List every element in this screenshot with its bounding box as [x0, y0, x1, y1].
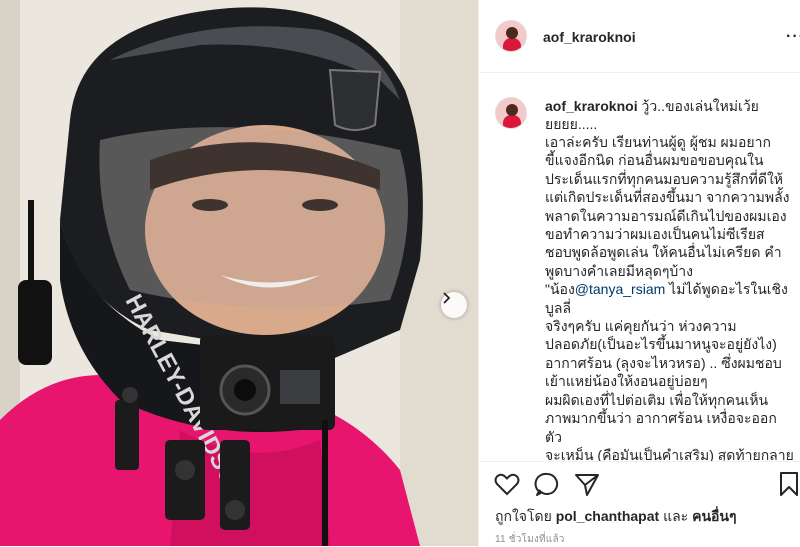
- caption-body-part2: ไม่ได้พูดอะไรในเชิงบูลลี่ จริงๆครับ แค่ค…: [545, 281, 794, 461]
- liked-by-user[interactable]: pol_chanthapat: [556, 508, 659, 524]
- likes-others-link[interactable]: คนอื่นๆ: [692, 508, 736, 524]
- likes-prefix: ถูกใจโดย: [495, 508, 552, 524]
- post-details-panel: aof_kraroknoi ··· aof_kraroknoi วู้ว..ขอ…: [478, 0, 800, 546]
- action-bar: ถูกใจโดย pol_chanthapat และ คนอื่นๆ 11 ช…: [479, 461, 800, 547]
- likes-summary: ถูกใจโดย pol_chanthapat และ คนอื่นๆ: [495, 506, 737, 528]
- post-photo[interactable]: HARLEY-DAVIDSON: [0, 0, 478, 546]
- avatar[interactable]: [495, 20, 527, 52]
- next-photo-button[interactable]: [441, 292, 467, 318]
- mention-link[interactable]: @tanya_rsiam: [575, 281, 665, 297]
- caption-text: เอาล่ะครับ เรียนท่านผู้ดู ผู้ชม ผมอยาก ข…: [545, 133, 795, 461]
- caption-body-part1: เอาล่ะครับ เรียนท่านผู้ดู ผู้ชม ผมอยาก ข…: [545, 134, 790, 298]
- bookmark-icon[interactable]: [775, 470, 800, 498]
- caption-avatar[interactable]: [495, 97, 527, 129]
- share-icon[interactable]: [573, 470, 601, 498]
- caption-username[interactable]: aof_kraroknoi: [545, 98, 638, 114]
- post-timestamp[interactable]: 11 ชั่วโมงที่แล้ว: [495, 532, 565, 547]
- chevron-right-icon: [443, 292, 451, 304]
- likes-joiner: และ: [663, 508, 689, 524]
- caption-section: aof_kraroknoi วู้ว..ของเล่นใหม่เว้ย ยยยย…: [479, 73, 800, 461]
- post-header: aof_kraroknoi ···: [479, 0, 800, 73]
- helmet-photo-illustration: HARLEY-DAVIDSON: [0, 0, 478, 546]
- heart-icon[interactable]: [493, 470, 521, 498]
- username[interactable]: aof_kraroknoi: [543, 29, 636, 45]
- comment-icon[interactable]: [533, 470, 561, 498]
- caption-headline-row: aof_kraroknoi วู้ว..ของเล่นใหม่เว้ย ยยยย…: [545, 97, 795, 133]
- instagram-post: HARLEY-DAVIDSON aof_kraroknoi ·· aof_kra…: [0, 0, 800, 546]
- more-options-icon[interactable]: ···: [786, 28, 800, 46]
